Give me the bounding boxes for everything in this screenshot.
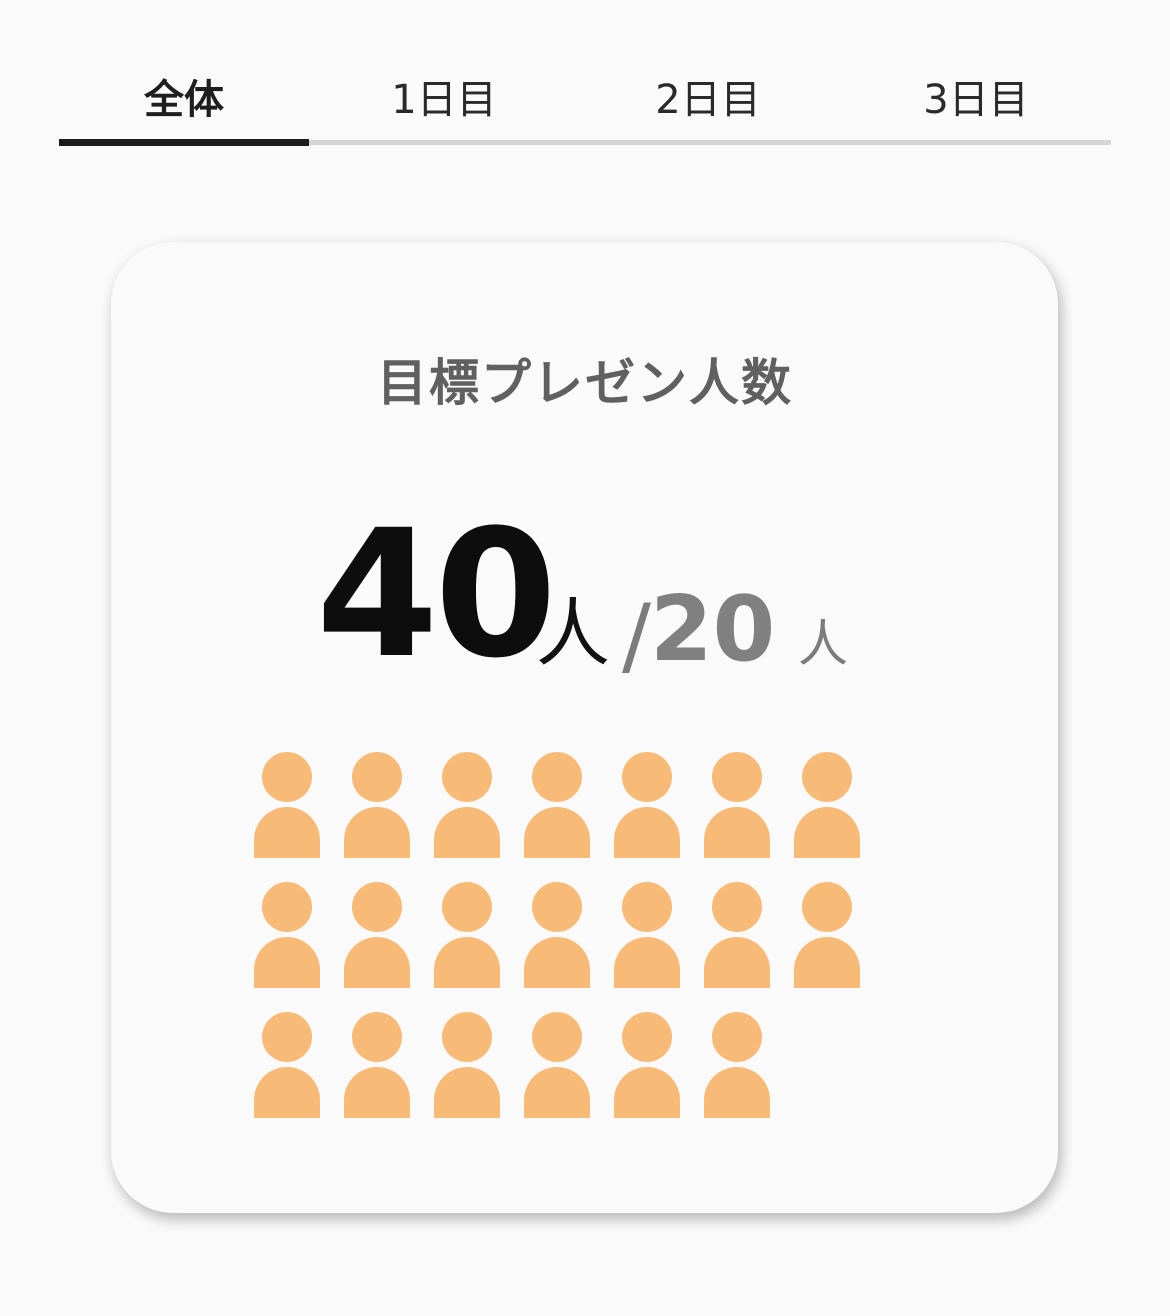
tab-overall[interactable]: 全体	[59, 70, 309, 130]
active-tab-indicator	[59, 139, 309, 146]
person-icon	[704, 882, 770, 988]
person-icon	[524, 752, 590, 858]
person-icon	[614, 752, 680, 858]
person-icon	[344, 752, 410, 858]
person-icon	[704, 752, 770, 858]
card-title: 目標プレゼン人数	[377, 354, 793, 412]
tab-day-1[interactable]: 1日目	[319, 70, 569, 130]
person-icon	[434, 752, 500, 858]
tab-bar: 全体 1日目 2日目 3日目	[59, 0, 1111, 146]
person-icon	[254, 752, 320, 858]
person-icon	[254, 1012, 320, 1118]
person-icon	[344, 1012, 410, 1118]
person-icon	[524, 1012, 590, 1118]
count-separator: /	[622, 586, 651, 686]
person-icon	[794, 882, 860, 988]
tab-day-3[interactable]: 3日目	[851, 70, 1101, 130]
target-count-unit: 人	[798, 615, 848, 673]
person-icon	[434, 882, 500, 988]
current-count: 40	[316, 492, 557, 697]
person-icon	[704, 1012, 770, 1118]
target-count: 20	[650, 577, 776, 682]
person-icon	[794, 752, 860, 858]
person-icon	[344, 882, 410, 988]
current-count-unit: 人	[536, 591, 610, 677]
person-icon	[434, 1012, 500, 1118]
person-icon	[254, 882, 320, 988]
tab-day-2[interactable]: 2日目	[583, 70, 833, 130]
person-icon	[524, 882, 590, 988]
person-icon	[614, 1012, 680, 1118]
person-icon	[614, 882, 680, 988]
